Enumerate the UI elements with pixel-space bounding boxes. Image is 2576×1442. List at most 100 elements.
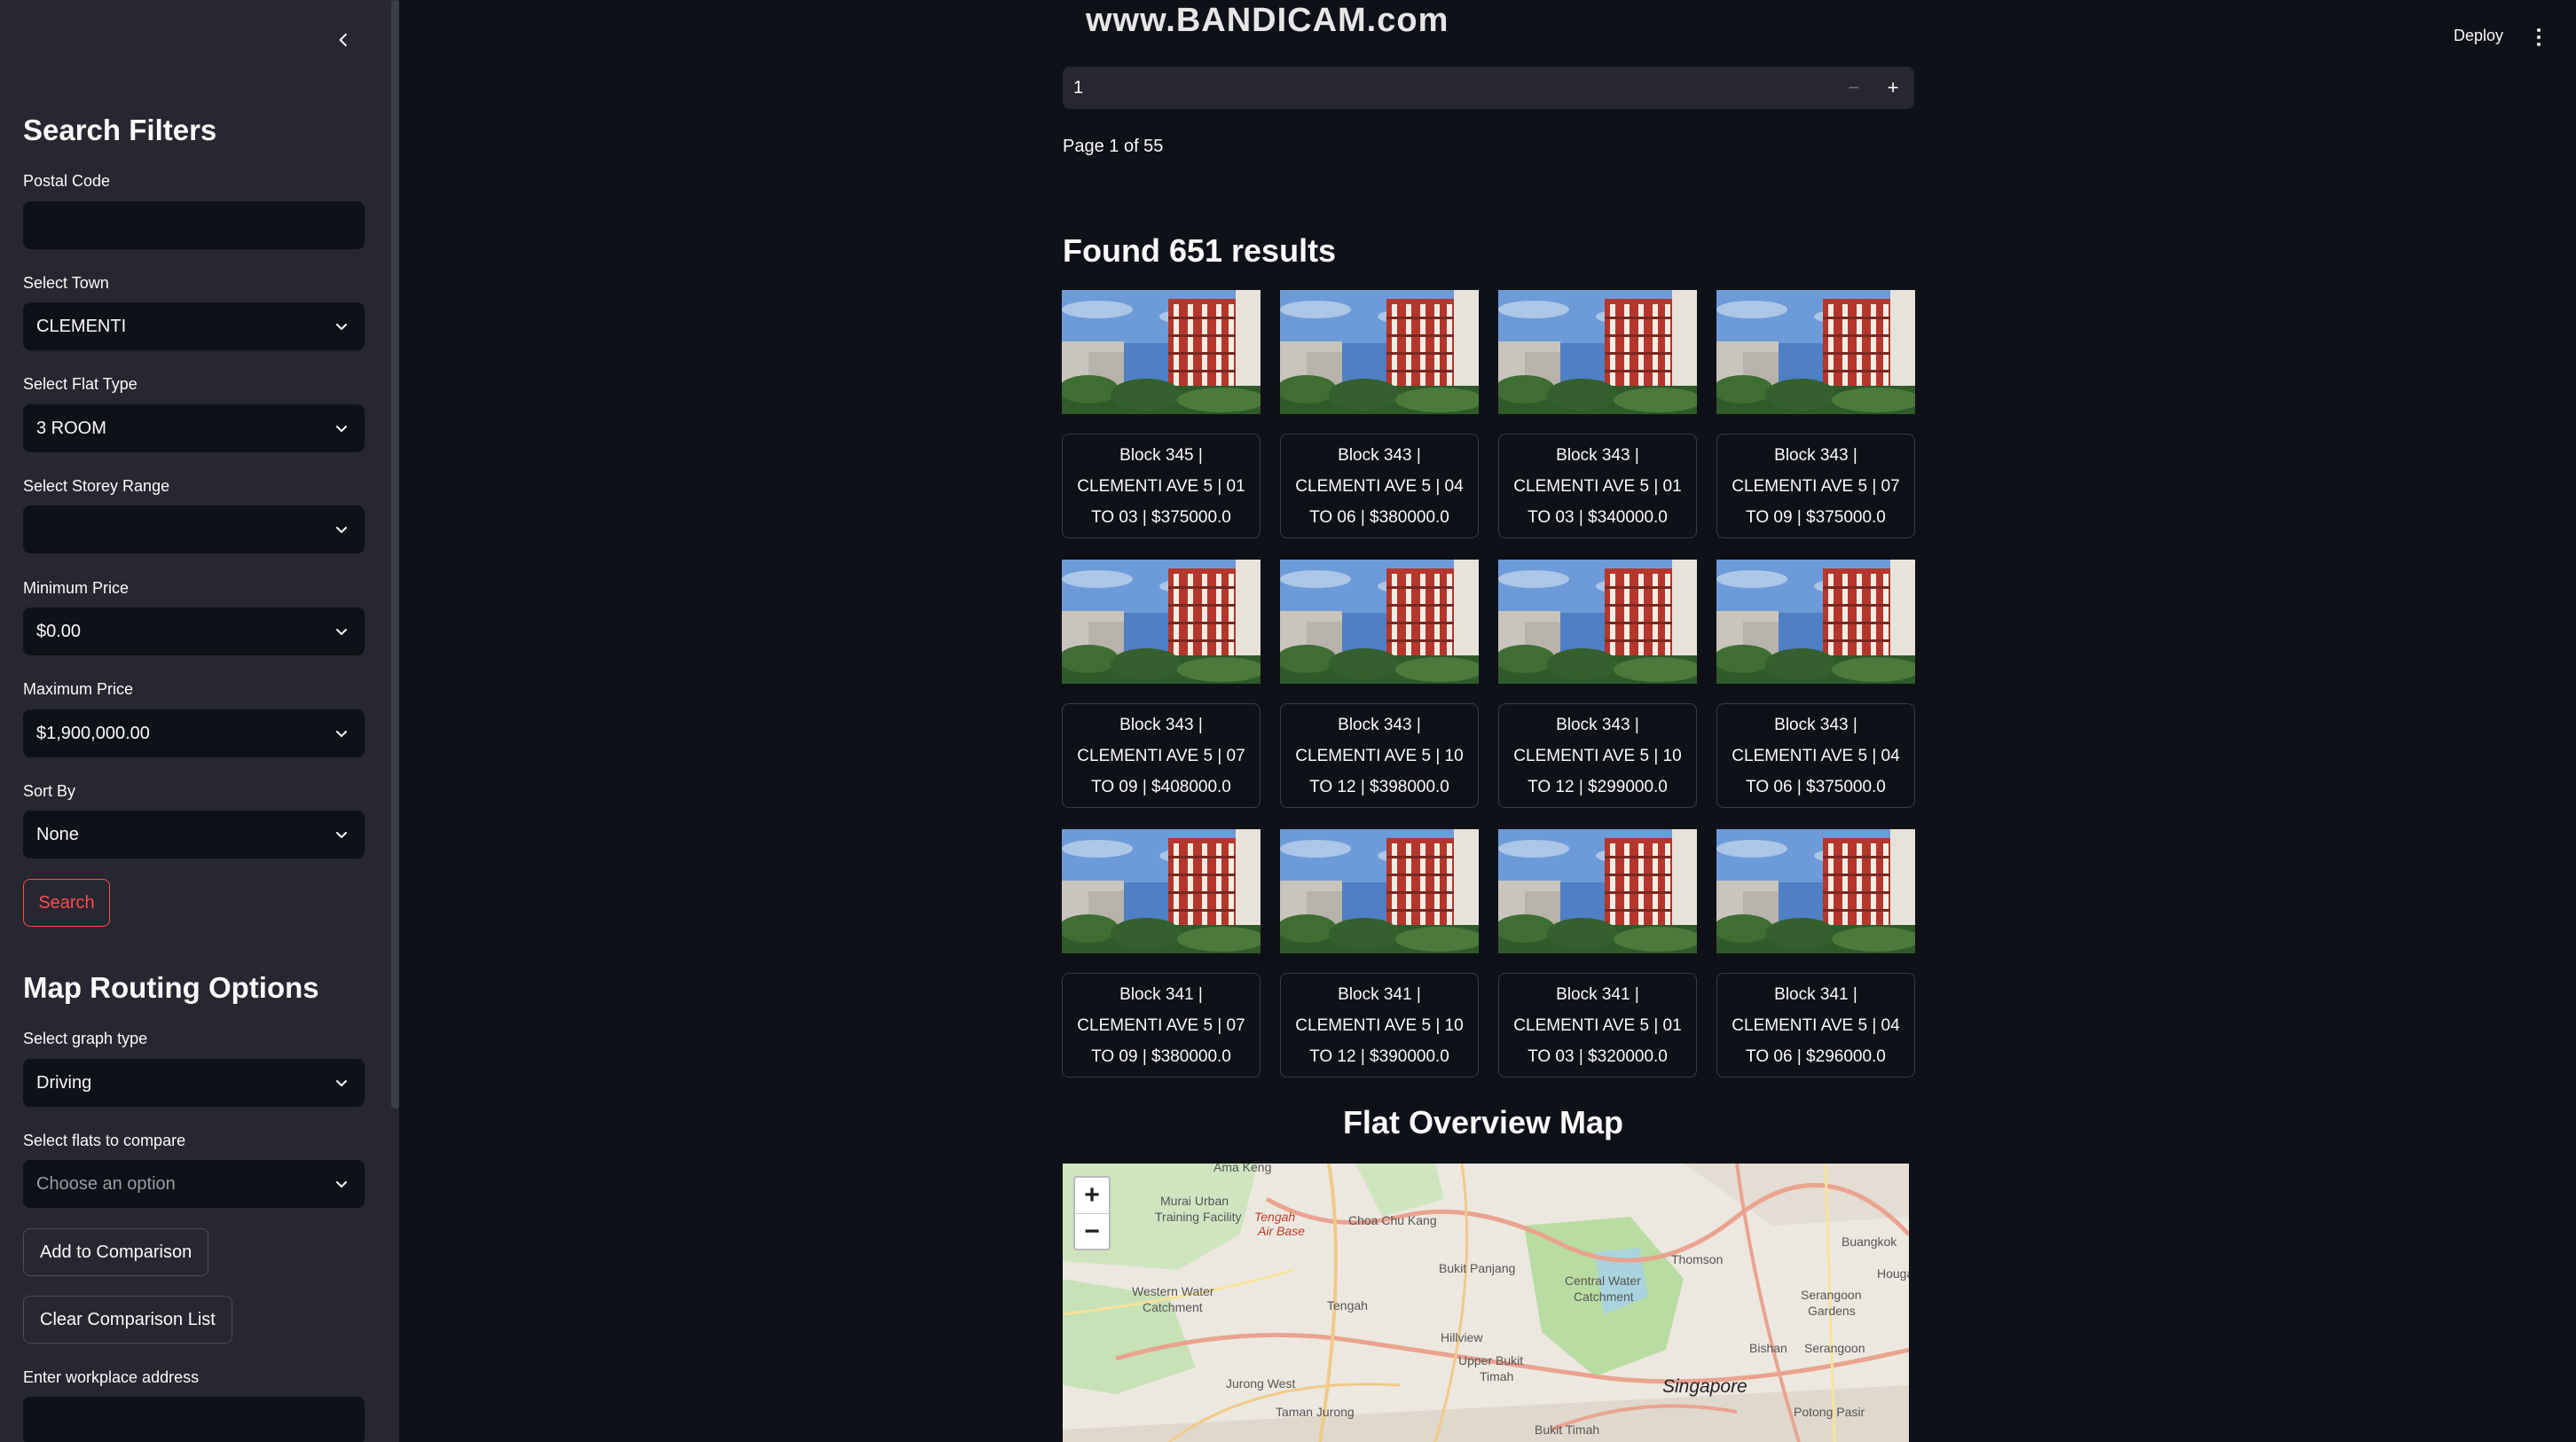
add-to-comparison-button[interactable]: Add to Comparison bbox=[23, 1228, 209, 1276]
map-label: Timah bbox=[1480, 1369, 1514, 1383]
result-card[interactable]: Block 343 | CLEMENTI AVE 5 | 10 TO 12 | … bbox=[1498, 560, 1697, 808]
town-label: Select Town bbox=[23, 274, 109, 292]
caption-storey-price: TO 03 | $375000.0 bbox=[1091, 507, 1231, 527]
result-caption: Block 343 | CLEMENTI AVE 5 | 07 TO 09 | … bbox=[1716, 434, 1915, 538]
flat-photo bbox=[1062, 290, 1261, 414]
caption-storey-price: TO 03 | $320000.0 bbox=[1528, 1046, 1668, 1066]
result-card[interactable]: Block 343 | CLEMENTI AVE 5 | 04 TO 06 | … bbox=[1280, 290, 1479, 538]
max-price-select[interactable]: $1,900,000.00 bbox=[23, 709, 365, 757]
flat-photo-image bbox=[1716, 829, 1915, 953]
decrement-button[interactable]: − bbox=[1836, 71, 1872, 105]
page-number-input[interactable]: 1 bbox=[1063, 67, 1914, 109]
flat-overview-map[interactable]: + − Ama Keng Murai Urban Training Facili… bbox=[1063, 1164, 1909, 1442]
min-price-label: Minimum Price bbox=[23, 579, 130, 597]
caption-block: Block 343 | bbox=[1774, 445, 1857, 465]
result-card[interactable]: Block 341 | CLEMENTI AVE 5 | 01 TO 03 | … bbox=[1498, 829, 1697, 1078]
flat-photo-image bbox=[1062, 290, 1261, 414]
result-card[interactable]: Block 341 | CLEMENTI AVE 5 | 10 TO 12 | … bbox=[1280, 829, 1479, 1078]
result-card[interactable]: Block 341 | CLEMENTI AVE 5 | 07 TO 09 | … bbox=[1062, 829, 1261, 1078]
compare-flats-select[interactable]: Choose an option bbox=[23, 1160, 365, 1208]
map-label-singapore: Singapore bbox=[1662, 1376, 1747, 1397]
zoom-out-button[interactable]: − bbox=[1075, 1213, 1109, 1249]
town-select[interactable]: CLEMENTI bbox=[23, 302, 365, 350]
caption-street-storey: CLEMENTI AVE 5 | 04 bbox=[1295, 476, 1464, 496]
chevron-down-icon bbox=[336, 1080, 347, 1086]
map-label: Catchment bbox=[1574, 1289, 1634, 1304]
caption-block: Block 343 | bbox=[1556, 445, 1639, 465]
increment-button[interactable]: + bbox=[1875, 71, 1911, 105]
postal-code-input[interactable] bbox=[23, 201, 365, 249]
sort-by-select[interactable]: None bbox=[23, 811, 365, 858]
map-routing-heading: Map Routing Options bbox=[23, 971, 319, 1004]
flat-photo-image bbox=[1280, 290, 1479, 414]
map-label: Gardens bbox=[1808, 1304, 1856, 1318]
result-card[interactable]: Block 341 | CLEMENTI AVE 5 | 04 TO 06 | … bbox=[1716, 829, 1915, 1078]
map-label: Jurong West bbox=[1226, 1376, 1296, 1391]
main-menu-icon[interactable] bbox=[2530, 25, 2548, 50]
result-card[interactable]: Block 345 | CLEMENTI AVE 5 | 01 TO 03 | … bbox=[1062, 290, 1261, 538]
collapse-sidebar-button[interactable] bbox=[328, 25, 358, 55]
result-card[interactable]: Block 343 | CLEMENTI AVE 5 | 01 TO 03 | … bbox=[1498, 290, 1697, 538]
result-caption: Block 343 | CLEMENTI AVE 5 | 10 TO 12 | … bbox=[1498, 703, 1697, 808]
caption-block: Block 343 | bbox=[1119, 715, 1203, 734]
caption-storey-price: TO 09 | $375000.0 bbox=[1746, 507, 1886, 527]
map-label: Training Facility bbox=[1155, 1210, 1242, 1224]
workplace-address-label: Enter workplace address bbox=[23, 1368, 200, 1386]
workplace-address-input[interactable] bbox=[23, 1397, 365, 1442]
caption-block: Block 345 | bbox=[1119, 445, 1203, 465]
graph-type-label: Select graph type bbox=[23, 1030, 148, 1047]
sidebar-scrollbar[interactable] bbox=[391, 0, 399, 1109]
result-caption: Block 343 | CLEMENTI AVE 5 | 04 TO 06 | … bbox=[1716, 703, 1915, 808]
flat-photo-image bbox=[1498, 560, 1697, 684]
flat-photo-image bbox=[1498, 829, 1697, 953]
map-label: Central Water bbox=[1565, 1274, 1641, 1288]
flat-type-value: 3 ROOM bbox=[36, 418, 106, 438]
caption-storey-price: TO 12 | $398000.0 bbox=[1309, 777, 1449, 796]
result-card[interactable]: Block 343 | CLEMENTI AVE 5 | 07 TO 09 | … bbox=[1062, 560, 1261, 808]
caption-storey-price: TO 09 | $380000.0 bbox=[1091, 1046, 1231, 1066]
caption-block: Block 343 | bbox=[1774, 715, 1857, 734]
map-label: Western Water bbox=[1132, 1284, 1214, 1298]
deploy-button[interactable]: Deploy bbox=[2454, 27, 2503, 45]
flat-type-select[interactable]: 3 ROOM bbox=[23, 404, 365, 452]
storey-range-select[interactable] bbox=[23, 505, 365, 553]
search-button[interactable]: Search bbox=[23, 879, 110, 927]
flat-photo bbox=[1716, 290, 1915, 414]
result-caption: Block 343 | CLEMENTI AVE 5 | 10 TO 12 | … bbox=[1280, 703, 1479, 808]
graph-type-select[interactable]: Driving bbox=[23, 1059, 365, 1107]
flat-photo-image bbox=[1280, 560, 1479, 684]
caption-street-storey: CLEMENTI AVE 5 | 07 bbox=[1732, 476, 1900, 496]
result-card[interactable]: Block 343 | CLEMENTI AVE 5 | 04 TO 06 | … bbox=[1716, 560, 1915, 808]
max-price-value: $1,900,000.00 bbox=[36, 723, 150, 743]
caption-storey-price: TO 12 | $299000.0 bbox=[1528, 777, 1668, 796]
result-card[interactable]: Block 343 | CLEMENTI AVE 5 | 10 TO 12 | … bbox=[1280, 560, 1479, 808]
map-label: Hillview bbox=[1441, 1330, 1483, 1344]
chevron-down-icon bbox=[336, 629, 347, 635]
search-filters-heading: Search Filters bbox=[23, 114, 217, 146]
flat-photo-image bbox=[1716, 290, 1915, 414]
flat-type-label: Select Flat Type bbox=[23, 375, 137, 393]
town-value: CLEMENTI bbox=[36, 316, 127, 336]
chevron-down-icon bbox=[336, 1181, 347, 1187]
caption-street-storey: CLEMENTI AVE 5 | 01 bbox=[1513, 1015, 1682, 1035]
min-price-select[interactable]: $0.00 bbox=[23, 607, 365, 655]
flat-photo bbox=[1062, 829, 1261, 953]
flat-photo-image bbox=[1716, 560, 1915, 684]
map-label: Houga bbox=[1877, 1266, 1909, 1281]
map-label: Tengah bbox=[1254, 1210, 1296, 1224]
flat-photo-image bbox=[1062, 560, 1261, 684]
result-card[interactable]: Block 343 | CLEMENTI AVE 5 | 07 TO 09 | … bbox=[1716, 290, 1915, 538]
result-caption: Block 341 | CLEMENTI AVE 5 | 04 TO 06 | … bbox=[1716, 973, 1915, 1078]
caption-block: Block 341 | bbox=[1338, 984, 1421, 1004]
flat-photo bbox=[1280, 560, 1479, 684]
chevron-left-icon bbox=[339, 33, 347, 47]
result-caption: Block 345 | CLEMENTI AVE 5 | 01 TO 03 | … bbox=[1062, 434, 1261, 538]
page-indicator: Page 1 of 55 bbox=[1063, 137, 1164, 156]
map-label: Catchment bbox=[1143, 1300, 1203, 1314]
min-price-value: $0.00 bbox=[36, 621, 82, 641]
clear-comparison-button[interactable]: Clear Comparison List bbox=[23, 1296, 232, 1344]
flat-photo-image bbox=[1280, 829, 1479, 953]
zoom-in-button[interactable]: + bbox=[1075, 1178, 1109, 1213]
map-label: Ama Keng bbox=[1213, 1164, 1272, 1174]
graph-type-value: Driving bbox=[36, 1072, 92, 1093]
